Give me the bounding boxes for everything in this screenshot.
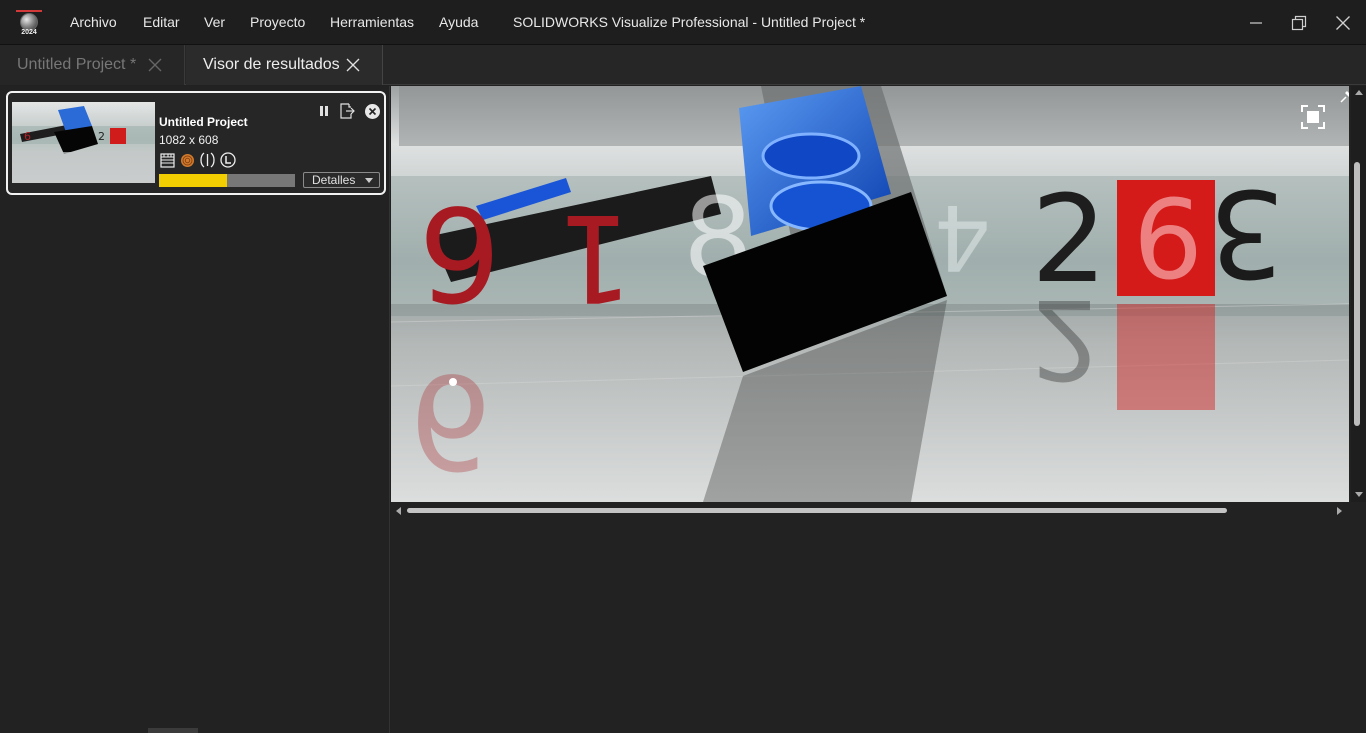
svg-text:2: 2 — [1031, 275, 1101, 403]
svg-text:6: 6 — [1133, 176, 1203, 304]
pause-render-button[interactable] — [315, 102, 333, 120]
minimize-button[interactable] — [1234, 0, 1278, 45]
restore-button[interactable] — [1277, 0, 1321, 45]
scroll-down-icon[interactable] — [1355, 492, 1363, 497]
export-icon — [340, 103, 355, 119]
bottom-splitter-handle[interactable] — [148, 728, 198, 733]
details-label: Detalles — [312, 173, 356, 187]
render-viewer: 6 1 8 4 2 6 3 6 2 — [391, 86, 1366, 733]
close-icon — [1336, 15, 1350, 30]
tab-label: Visor de resultados — [203, 56, 340, 73]
document-tab-bar: Untitled Project * Visor de resultados — [0, 45, 1366, 85]
render-job-name: Untitled Project — [159, 115, 248, 129]
render-progress-bar — [159, 174, 295, 187]
menu-herramientas[interactable]: Herramientas — [330, 14, 414, 30]
tab-visor-de-resultados[interactable]: Visor de resultados — [186, 45, 383, 85]
restore-icon — [1291, 15, 1307, 30]
render-thumbnail[interactable]: 6 2 — [12, 102, 155, 183]
vertical-scrollbar[interactable] — [1351, 86, 1366, 502]
render-settings-icons — [159, 151, 236, 169]
export-render-button[interactable] — [338, 102, 356, 120]
menu-ayuda[interactable]: Ayuda — [439, 14, 478, 30]
close-window-button[interactable] — [1321, 0, 1365, 45]
minimize-icon — [1250, 21, 1262, 24]
vertical-scroll-thumb[interactable] — [1354, 162, 1360, 426]
denoiser-icon — [199, 152, 216, 169]
window-title: SOLIDWORKS Visualize Professional - Unti… — [513, 14, 866, 30]
rendered-image[interactable]: 6 1 8 4 2 6 3 6 2 — [391, 86, 1349, 502]
svg-text:6: 6 — [409, 345, 492, 497]
layers-L-icon — [219, 152, 236, 169]
scroll-up-icon[interactable] — [1355, 90, 1363, 95]
logo-year: 2024 — [21, 29, 37, 36]
menu-proyecto[interactable]: Proyecto — [250, 14, 305, 30]
fit-to-view-icon[interactable] — [1300, 104, 1326, 130]
title-bar: 2024 Archivo Editar Ver Proyecto Herrami… — [0, 0, 1366, 45]
menu-editar[interactable]: Editar — [143, 14, 180, 30]
cancel-icon — [364, 103, 380, 119]
svg-text:3: 3 — [1209, 162, 1285, 301]
pause-icon — [320, 106, 328, 116]
details-dropdown[interactable]: Detalles — [303, 172, 380, 188]
clapperboard-icon — [159, 152, 176, 169]
pin-icon[interactable] — [1339, 90, 1349, 104]
svg-text:2: 2 — [98, 130, 105, 143]
render-progress-fill — [159, 174, 227, 187]
scroll-left-icon[interactable] — [396, 507, 401, 515]
cancel-render-button[interactable] — [363, 102, 381, 120]
menu-ver[interactable]: Ver — [204, 14, 225, 30]
horizontal-scrollbar[interactable] — [391, 504, 1349, 518]
chevron-down-icon — [365, 178, 373, 183]
svg-text:6: 6 — [24, 130, 31, 143]
close-tab-icon[interactable] — [148, 58, 162, 72]
render-job-resolution: 1082 x 608 — [159, 133, 219, 147]
render-queue-panel: 6 2 Untitled Project 1082 x 608 Detalles — [0, 86, 390, 733]
render-job-card[interactable]: 6 2 Untitled Project 1082 x 608 Detalles — [6, 91, 386, 195]
solidworks-visualize-logo-icon[interactable]: 2024 — [14, 8, 44, 38]
svg-text:4: 4 — [934, 184, 991, 289]
tab-label: Untitled Project * — [17, 56, 137, 73]
close-tab-icon[interactable] — [346, 58, 360, 72]
menu-archivo[interactable]: Archivo — [70, 14, 117, 30]
scroll-right-icon[interactable] — [1337, 507, 1342, 515]
tab-untitled-project[interactable]: Untitled Project * — [0, 45, 185, 85]
horizontal-scroll-thumb[interactable] — [407, 508, 1227, 513]
texture-ball-icon — [179, 152, 196, 169]
